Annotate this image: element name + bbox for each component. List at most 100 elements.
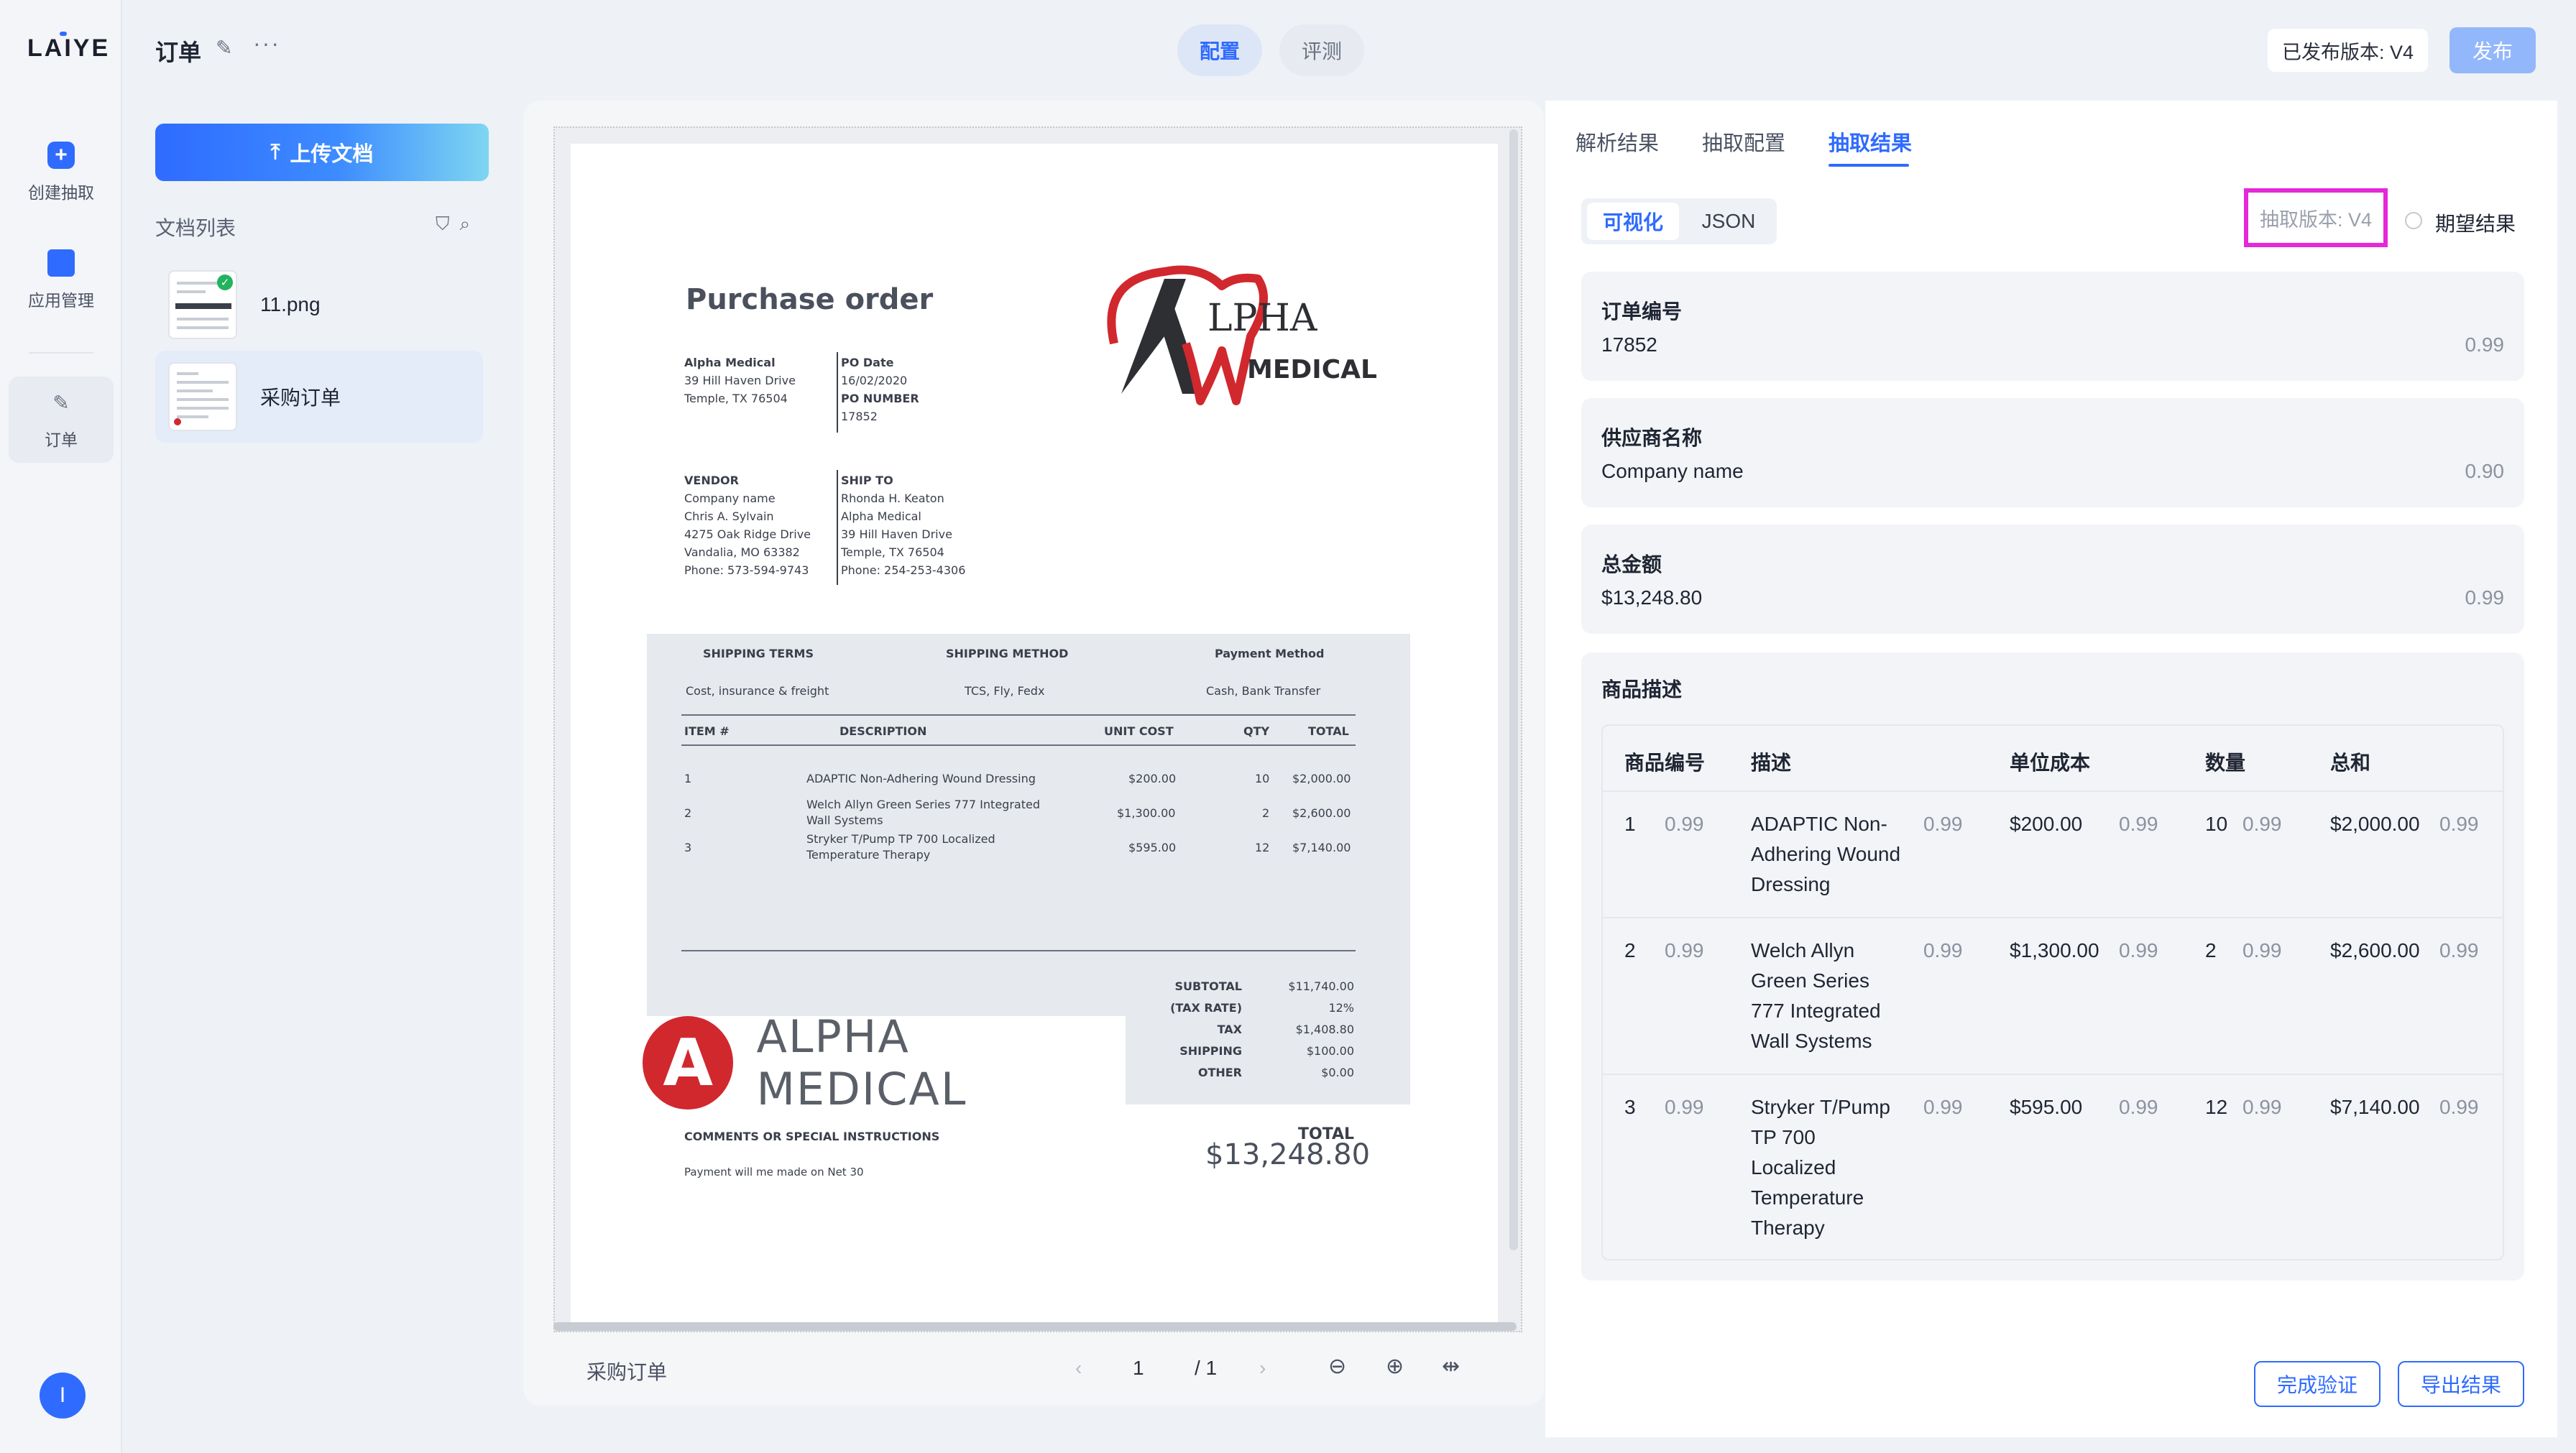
- view-json-button[interactable]: JSON: [1686, 203, 1771, 240]
- complete-verification-button[interactable]: 完成验证: [2254, 1361, 2380, 1407]
- po-summary-value: 12%: [1328, 1001, 1354, 1015]
- prev-page-icon[interactable]: ‹: [1075, 1357, 1082, 1380]
- plus-icon: +: [47, 142, 75, 169]
- item-desc-score: 0.99: [1923, 939, 1963, 961]
- item-unit[interactable]: $595.00: [2010, 1092, 2082, 1122]
- vertical-scrollbar[interactable]: [1509, 129, 1518, 1250]
- item-desc[interactable]: Stryker T/Pump TP 700 Localized Temperat…: [1751, 1092, 1890, 1243]
- document-edit-icon: ✎: [52, 391, 70, 414]
- po-meta-block: PO Date 16/02/2020 PO NUMBER 17852: [841, 354, 919, 425]
- avatar[interactable]: I: [40, 1373, 86, 1419]
- po-terms-value: TCS, Fly, Fedx: [965, 684, 1045, 698]
- po-row-desc: ADAPTIC Non-Adhering Wound Dressing: [806, 772, 1036, 785]
- logo-circle-letter: A: [643, 1016, 734, 1110]
- item-num[interactable]: 2: [1624, 936, 1636, 966]
- field-value: $13,248.80: [1601, 586, 1703, 609]
- po-from-line: Temple, TX 76504: [684, 392, 788, 405]
- item-desc[interactable]: ADAPTIC Non- Adhering Wound Dressing: [1751, 809, 1900, 900]
- po-comments-text: Payment will me made on Net 30: [684, 1166, 864, 1178]
- po-terms-value: Cost, insurance & freight: [686, 684, 829, 698]
- nav-rail: [0, 0, 122, 1453]
- item-unit[interactable]: $1,300.00: [2010, 936, 2099, 966]
- po-summary-label: TAX: [1217, 1023, 1242, 1036]
- tab-parse-result[interactable]: 解析结果: [1576, 126, 1659, 157]
- po-row-desc: Stryker T/Pump TP 700 Localized: [806, 832, 995, 846]
- item-desc-line: TP 700: [1751, 1126, 1816, 1148]
- po-shipto-line: 39 Hill Haven Drive: [841, 527, 952, 541]
- export-results-button[interactable]: 导出结果: [2398, 1361, 2524, 1407]
- item-total[interactable]: $7,140.00: [2330, 1092, 2420, 1122]
- item-num[interactable]: 3: [1624, 1092, 1636, 1122]
- item-total[interactable]: $2,000.00: [2330, 809, 2420, 839]
- tab-extract-config[interactable]: 抽取配置: [1702, 126, 1785, 157]
- divider: [1603, 790, 2503, 792]
- po-row-total: $2,600.00: [1292, 806, 1351, 820]
- field-card-vendor-name[interactable]: 供应商名称 Company name 0.90: [1581, 398, 2524, 507]
- search-icon[interactable]: ⌕: [460, 213, 481, 234]
- upload-button[interactable]: ⤒ 上传文档: [155, 124, 489, 181]
- view-visual-button[interactable]: 可视化: [1587, 203, 1679, 240]
- item-desc-line: 777 Integrated: [1751, 1000, 1881, 1022]
- item-desc[interactable]: Welch Allyn Green Series 777 Integrated …: [1751, 936, 1881, 1056]
- tab-extract-result[interactable]: 抽取结果: [1828, 126, 1912, 157]
- po-vendor-line: Company name: [684, 492, 776, 505]
- item-desc-line: Therapy: [1751, 1217, 1825, 1239]
- rail-item-create-extraction[interactable]: + 创建抽取: [9, 129, 114, 216]
- publish-button[interactable]: 发布: [2450, 27, 2536, 73]
- expected-result-radio[interactable]: [2405, 212, 2422, 229]
- item-total[interactable]: $2,600.00: [2330, 936, 2420, 966]
- po-col-header: TOTAL: [1308, 724, 1349, 738]
- horizontal-scrollbar[interactable]: [553, 1322, 1517, 1331]
- page-current[interactable]: 1: [1133, 1357, 1144, 1380]
- rail-item-order[interactable]: ✎ 订单: [9, 377, 114, 463]
- item-qty[interactable]: 10: [2205, 809, 2227, 839]
- item-qty[interactable]: 12: [2205, 1092, 2227, 1122]
- item-unit-score: 0.99: [2119, 1096, 2158, 1118]
- field-label: 总金额: [1601, 553, 1662, 576]
- tab-evaluate[interactable]: 评测: [1279, 24, 1364, 76]
- doc-thumbnail: ✓: [168, 270, 237, 339]
- extract-version-select[interactable]: 抽取版本: V4: [2244, 188, 2388, 247]
- item-desc-line: Welch Allyn: [1751, 939, 1855, 961]
- po-row-total: $7,140.00: [1292, 841, 1351, 854]
- divider: [1603, 917, 2503, 918]
- more-icon[interactable]: ···: [253, 30, 280, 57]
- preview-doc-name: 采购订单: [586, 1361, 668, 1383]
- rail-item-label: 创建抽取: [28, 183, 94, 202]
- fit-width-icon[interactable]: ⇹: [1442, 1354, 1460, 1379]
- zoom-in-icon[interactable]: ⊕: [1386, 1354, 1404, 1379]
- po-comments-label: COMMENTS OR SPECIAL INSTRUCTIONS: [684, 1130, 940, 1143]
- po-summary-value: $0.00: [1321, 1066, 1354, 1079]
- edit-icon[interactable]: ✎: [216, 36, 232, 60]
- divider: [681, 950, 1356, 951]
- item-unit[interactable]: $200.00: [2010, 809, 2082, 839]
- next-page-icon[interactable]: ›: [1259, 1357, 1266, 1380]
- zoom-out-icon[interactable]: ⊖: [1328, 1354, 1346, 1379]
- po-shipto-block: SHIP TO Rhonda H. Keaton Alpha Medical 3…: [841, 471, 965, 579]
- tab-config[interactable]: 配置: [1177, 24, 1262, 76]
- page-title: 订单: [155, 40, 202, 65]
- filter-icon[interactable]: ⛉: [436, 213, 460, 234]
- po-row-unit: $200.00: [1128, 772, 1177, 785]
- doc-item[interactable]: ✓ 11.png: [155, 259, 483, 351]
- po-summary-label: OTHER: [1197, 1066, 1242, 1079]
- item-unit-score: 0.99: [2119, 813, 2158, 835]
- po-from-block: Alpha Medical 39 Hill Haven Drive Temple…: [684, 354, 796, 407]
- field-label: 供应商名称: [1601, 427, 1703, 449]
- po-vendor-line: Phone: 573-594-9743: [684, 563, 809, 577]
- item-num[interactable]: 1: [1624, 809, 1636, 839]
- item-desc-line: Dressing: [1751, 873, 1831, 895]
- field-card-total-amount[interactable]: 总金额 $13,248.80 0.99: [1581, 525, 2524, 634]
- item-qty[interactable]: 2: [2205, 936, 2217, 966]
- field-card-order-number[interactable]: 订单编号 17852 0.99: [1581, 272, 2524, 381]
- po-summary-labels: SUBTOTAL (TAX RATE) TAX SHIPPING OTHER: [1170, 976, 1242, 1084]
- rail-item-app-management[interactable]: 应用管理: [9, 237, 114, 323]
- item-unit-score: 0.99: [2119, 939, 2158, 961]
- doc-item[interactable]: 采购订单: [155, 351, 483, 443]
- po-date-value: 16/02/2020: [841, 374, 908, 387]
- item-desc-line: Localized: [1751, 1156, 1836, 1178]
- po-shipto-line: Rhonda H. Keaton: [841, 492, 944, 505]
- po-summary-value: $1,408.80: [1295, 1023, 1354, 1036]
- po-col-header: DESCRIPTION: [840, 724, 927, 738]
- po-shipto-line: Phone: 254-253-4306: [841, 563, 966, 577]
